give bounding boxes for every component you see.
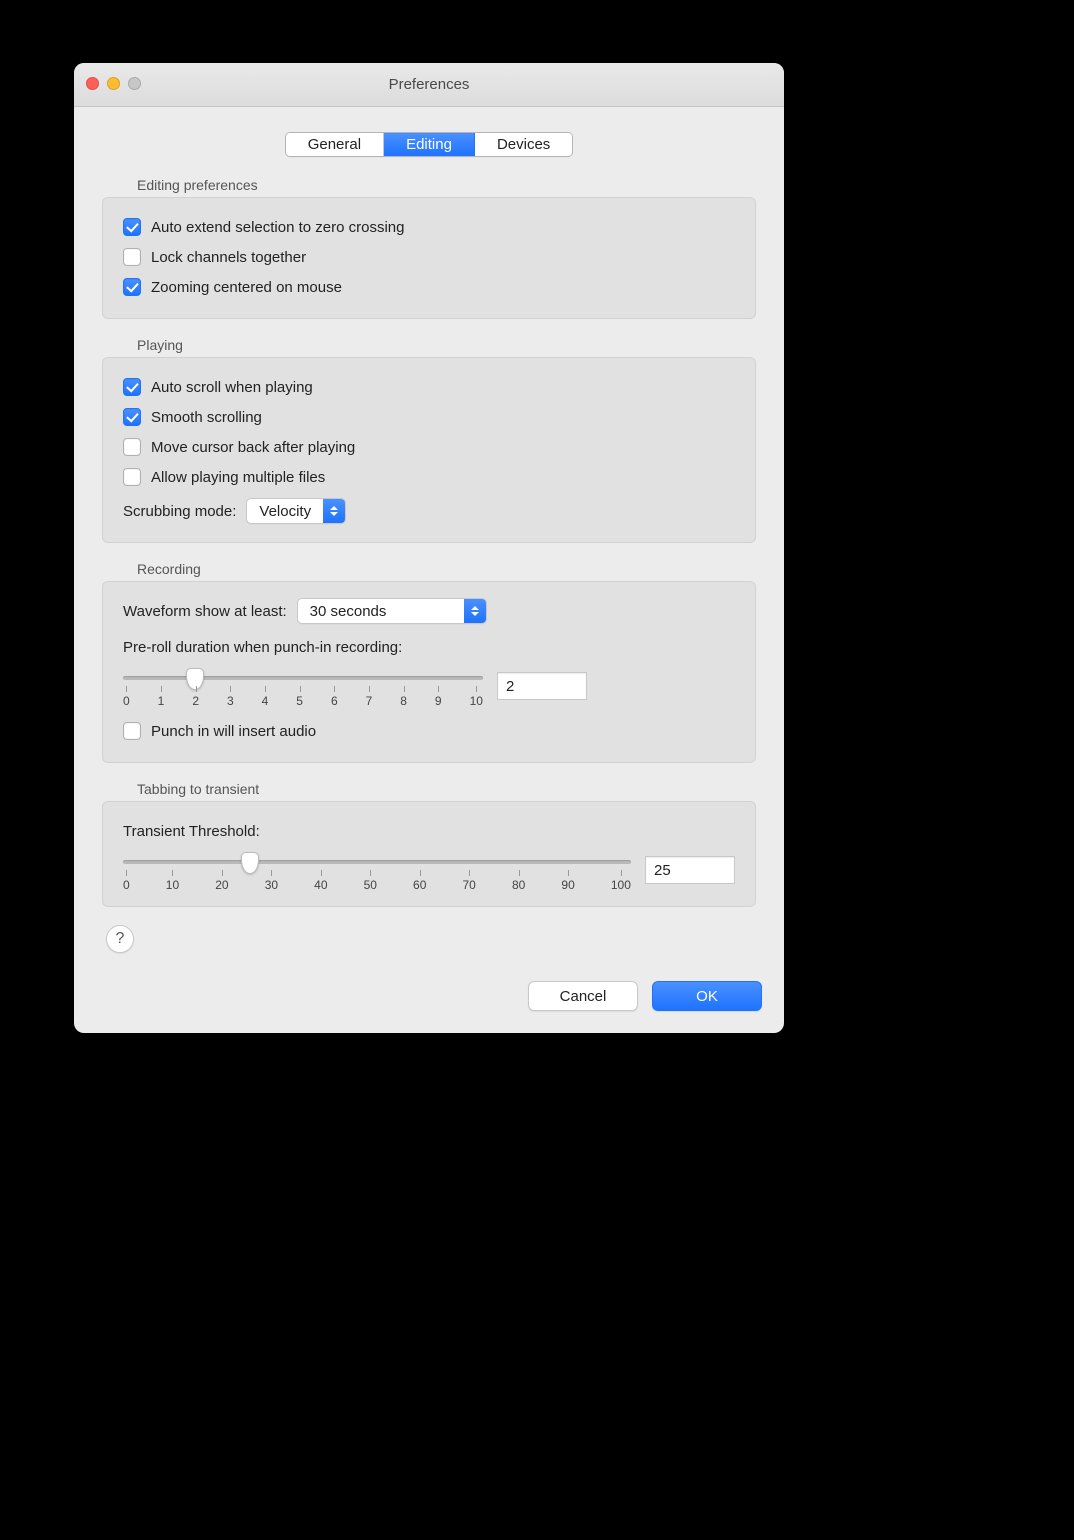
ok-button[interactable]: OK: [652, 981, 762, 1011]
waveform-show-value: 30 seconds: [298, 603, 464, 620]
threshold-ticks: 0 10 20 30 40 50 60 70 80 90 100: [123, 878, 631, 892]
move-cursor-back-label: Move cursor back after playing: [151, 439, 355, 456]
recording-group: Waveform show at least: 30 seconds Pre-r…: [102, 581, 756, 763]
tabs-container: General Editing Devices: [102, 132, 756, 157]
allow-multiple-checkbox[interactable]: [123, 468, 141, 486]
playing-group: Auto scroll when playing Smooth scrollin…: [102, 357, 756, 543]
waveform-show-select[interactable]: 30 seconds: [297, 598, 487, 624]
window-title: Preferences: [74, 76, 784, 93]
allow-multiple-label: Allow playing multiple files: [151, 469, 325, 486]
preroll-ticks: 0 1 2 3 4 5 6 7 8 9 10: [123, 694, 483, 708]
section-title-recording: Recording: [137, 561, 756, 577]
help-button[interactable]: ?: [106, 925, 134, 953]
auto-scroll-label: Auto scroll when playing: [151, 379, 313, 396]
preroll-value-field[interactable]: [497, 672, 587, 700]
cancel-button[interactable]: Cancel: [528, 981, 638, 1011]
auto-extend-label: Auto extend selection to zero crossing: [151, 219, 404, 236]
threshold-value-field[interactable]: [645, 856, 735, 884]
threshold-slider-thumb[interactable]: [241, 852, 259, 874]
scrubbing-mode-select[interactable]: Velocity: [246, 498, 346, 524]
footer: Cancel OK: [74, 963, 784, 1033]
chevron-up-down-icon: [464, 599, 486, 623]
section-title-playing: Playing: [137, 337, 756, 353]
preferences-window: Preferences General Editing Devices Edit…: [74, 63, 784, 1033]
punch-in-insert-label: Punch in will insert audio: [151, 723, 316, 740]
transient-threshold-label: Transient Threshold:: [123, 823, 260, 840]
scrubbing-mode-value: Velocity: [247, 503, 323, 520]
titlebar: Preferences: [74, 63, 784, 107]
tabbing-group: Transient Threshold: 0 10 20 30 40: [102, 801, 756, 907]
auto-scroll-checkbox[interactable]: [123, 378, 141, 396]
lock-channels-label: Lock channels together: [151, 249, 306, 266]
preroll-slider[interactable]: [123, 664, 483, 692]
tab-segmented-control: General Editing Devices: [285, 132, 574, 157]
smooth-scroll-label: Smooth scrolling: [151, 409, 262, 426]
maximize-window-button[interactable]: [128, 77, 141, 90]
scrubbing-mode-label: Scrubbing mode:: [123, 503, 236, 520]
content-area: General Editing Devices Editing preferen…: [74, 107, 784, 963]
section-title-editing: Editing preferences: [137, 177, 756, 193]
tab-devices[interactable]: Devices: [475, 133, 572, 156]
editing-preferences-group: Auto extend selection to zero crossing L…: [102, 197, 756, 319]
auto-extend-checkbox[interactable]: [123, 218, 141, 236]
preroll-label: Pre-roll duration when punch-in recordin…: [123, 639, 402, 656]
lock-channels-checkbox[interactable]: [123, 248, 141, 266]
waveform-show-label: Waveform show at least:: [123, 603, 287, 620]
close-window-button[interactable]: [86, 77, 99, 90]
move-cursor-back-checkbox[interactable]: [123, 438, 141, 456]
tab-general[interactable]: General: [286, 133, 384, 156]
chevron-up-down-icon: [323, 499, 345, 523]
zoom-centered-checkbox[interactable]: [123, 278, 141, 296]
tab-editing[interactable]: Editing: [384, 133, 475, 156]
zoom-centered-label: Zooming centered on mouse: [151, 279, 342, 296]
section-title-tabbing: Tabbing to transient: [137, 781, 756, 797]
punch-in-insert-checkbox[interactable]: [123, 722, 141, 740]
smooth-scroll-checkbox[interactable]: [123, 408, 141, 426]
threshold-slider[interactable]: [123, 848, 631, 876]
minimize-window-button[interactable]: [107, 77, 120, 90]
window-controls: [86, 77, 141, 90]
